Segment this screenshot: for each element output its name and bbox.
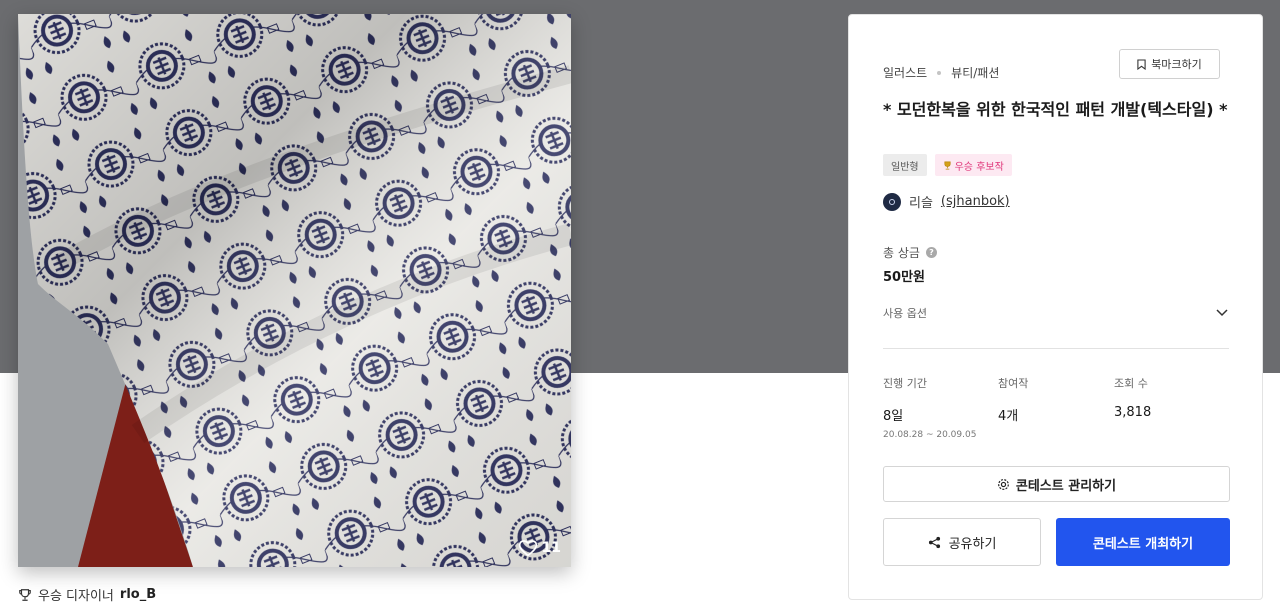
stat-period-range: 20.08.28 ~ 20.09.05 (883, 430, 977, 440)
contest-info-panel: 일러스트 뷰티/패션 북마크하기 * 모던한복을 위한 한국적인 패턴 개발(텍… (848, 14, 1263, 600)
contest-title: * 모던한복을 위한 한국적인 패턴 개발(텍스타일) * (883, 100, 1228, 119)
host-contest-label: 콘테스트 개최하기 (1092, 536, 1194, 552)
artwork-image[interactable]: 11 (18, 14, 571, 567)
designer-label: 우승 디자이너 (38, 589, 114, 604)
manage-contest-label: 콘테스트 관리하기 (1015, 478, 1117, 494)
stat-views: 조회 수 3,818 (1114, 375, 1151, 420)
prize-label: 총 상금 ? (883, 244, 937, 261)
chevron-down-icon (1216, 309, 1228, 317)
textile-pattern-illustration (18, 14, 571, 567)
stat-entries-label: 참여작 (998, 377, 1029, 390)
trophy-icon (19, 588, 31, 601)
prize-value: 50만원 (883, 270, 926, 285)
bookmark-button[interactable]: 북마크하기 (1119, 49, 1220, 79)
breadcrumb: 일러스트 뷰티/패션 (883, 64, 999, 81)
bookmark-icon (1137, 58, 1146, 70)
stat-views-value: 3,818 (1114, 405, 1152, 420)
breadcrumb-category[interactable]: 일러스트 (883, 64, 927, 81)
manage-contest-button[interactable]: 콘테스트 관리하기 (883, 466, 1230, 502)
share-label: 공유하기 (948, 536, 997, 552)
host-handle[interactable]: (sjhanbok) (941, 194, 1010, 209)
host-contest-button[interactable]: 콘테스트 개최하기 (1056, 518, 1230, 566)
gear-icon (997, 478, 1009, 490)
stat-period: 진행 기간 8일 20.08.28 ~ 20.09.05 (883, 375, 976, 440)
bookmark-label: 북마크하기 (1151, 58, 1202, 71)
winner-designer: 우승 디자이너 rlo_B (18, 585, 156, 604)
contest-host[interactable]: 리슬 (sjhanbok) (883, 192, 1010, 211)
contest-type-badge: 일반형 (883, 154, 927, 176)
usage-options-label: 사용 옵션 (883, 307, 927, 320)
designer-name[interactable]: rlo_B (120, 587, 156, 602)
divider (883, 348, 1229, 349)
stat-period-value: 8일 (883, 409, 904, 424)
prize-label-text: 총 상금 (883, 246, 920, 260)
host-name: 리슬 (909, 196, 933, 211)
winner-candidate-label: 우승 후보작 (954, 161, 1004, 173)
trophy-icon (944, 161, 951, 169)
like-counter[interactable]: 11 (518, 539, 561, 557)
share-button[interactable]: 공유하기 (883, 518, 1041, 566)
help-icon[interactable]: ? (925, 247, 937, 258)
avatar (883, 192, 901, 211)
like-count: 11 (541, 540, 561, 556)
heart-icon (518, 540, 537, 557)
winner-candidate-badge: 우승 후보작 (934, 154, 1012, 176)
usage-options-toggle[interactable]: 사용 옵션 (883, 305, 1228, 321)
stat-period-label: 진행 기간 (883, 377, 927, 390)
stat-entries-value: 4개 (998, 409, 1019, 424)
share-icon (928, 536, 940, 548)
stat-entries: 참여작 4개 (998, 375, 1028, 424)
stat-views-label: 조회 수 (1114, 377, 1148, 390)
breadcrumb-subcategory[interactable]: 뷰티/패션 (951, 64, 999, 81)
contest-badges: 일반형 우승 후보작 (883, 154, 1012, 176)
breadcrumb-separator (937, 70, 942, 75)
